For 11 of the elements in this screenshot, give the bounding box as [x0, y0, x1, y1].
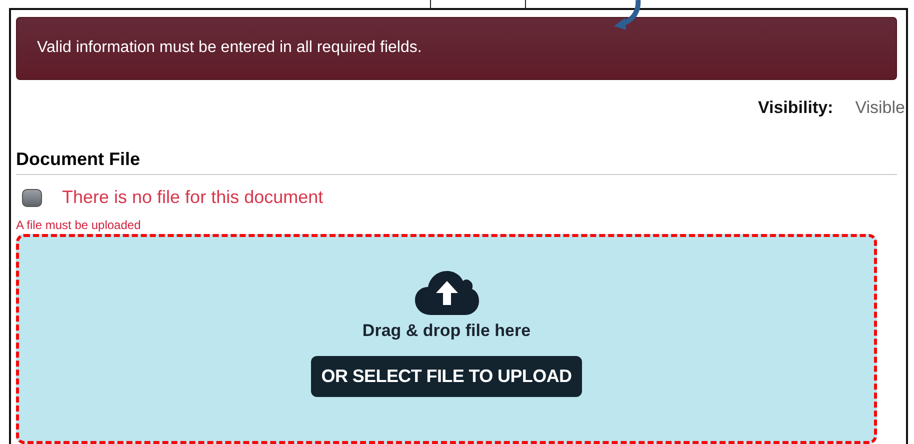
checkbox[interactable]: [22, 188, 42, 206]
checkbox-label: There is no file for this document: [62, 187, 324, 208]
visibility-label: Visibility:: [758, 98, 834, 118]
select-file-button[interactable]: OR SELECT FILE TO UPLOAD: [311, 356, 582, 397]
file-dropzone[interactable]: Drag & drop file here OR SELECT FILE TO UPLOAD: [16, 234, 877, 444]
error-alert: Valid information must be entered in all required fields.: [16, 17, 897, 80]
cloud-upload-icon: [414, 271, 478, 315]
visibility-value: Visible: [855, 98, 905, 118]
drop-hint: Drag & drop file here: [362, 321, 531, 341]
error-message: A file must be uploaded: [16, 218, 142, 232]
section-title: Document File: [16, 148, 897, 175]
